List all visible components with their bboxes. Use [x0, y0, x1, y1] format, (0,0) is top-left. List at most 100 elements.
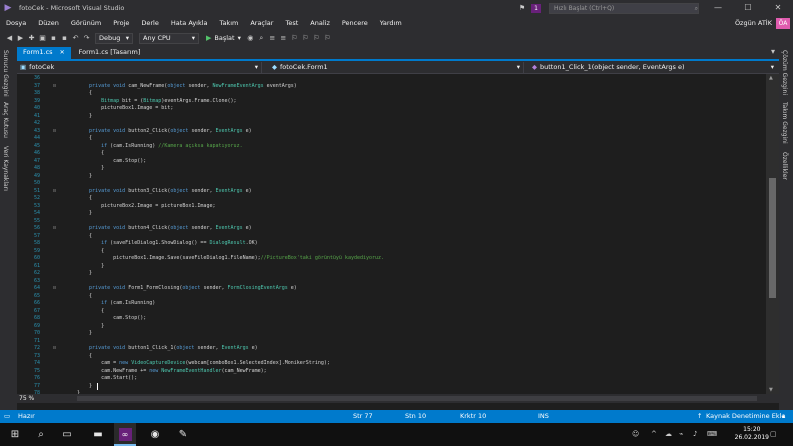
open-file-icon[interactable]: ▣ — [37, 34, 48, 42]
code-line[interactable]: 61 } — [17, 263, 766, 271]
menu-test[interactable]: Test — [279, 19, 304, 27]
code-line[interactable]: 50 — [17, 180, 766, 188]
code-line[interactable]: 67 { — [17, 308, 766, 316]
server-explorer-tab[interactable]: Sunucu Gezgini — [2, 50, 9, 97]
bookmark-icon[interactable]: ⚐ — [289, 34, 300, 42]
tab-overflow-icon[interactable]: ▾ — [771, 47, 775, 56]
code-line[interactable]: 40 pictureBox1.Image = bit; — [17, 105, 766, 113]
menu-pencere[interactable]: Pencere — [336, 19, 374, 27]
code-line[interactable]: 53 pictureBox2.Image = pictureBox1.Image… — [17, 203, 766, 211]
start-button[interactable]: ▶ Başlat ▾ — [206, 34, 241, 42]
fold-toggle-icon[interactable]: ⊟ — [53, 285, 56, 293]
code-line[interactable]: 52 { — [17, 195, 766, 203]
bookmark-next-icon[interactable]: ⚐ — [311, 34, 322, 42]
scroll-up-icon[interactable]: ▲ — [769, 75, 773, 81]
clock[interactable]: 15:20 26.02.2019 — [735, 426, 769, 442]
save-icon[interactable]: ▪ — [48, 34, 59, 42]
people-icon[interactable]: ☺ — [632, 430, 639, 438]
code-line[interactable]: 47 cam.Stop(); — [17, 158, 766, 166]
code-line[interactable]: 37 ⊟ private void cam_NewFrame(object sen… — [17, 83, 766, 91]
class-dropdown[interactable]: ◆ fotoCek.Form1 ▾ — [269, 62, 524, 73]
code-line[interactable]: 60 pictureBox1.Image.Save(saveFileDialog… — [17, 255, 766, 263]
code-line[interactable]: 70 } — [17, 330, 766, 338]
volume-icon[interactable]: ♪ — [693, 430, 697, 438]
avatar[interactable]: ÖA — [776, 17, 790, 29]
code-line[interactable]: 77 } — [17, 383, 766, 391]
minimize-button[interactable]: — — [703, 0, 733, 16]
fold-toggle-icon[interactable]: ⊟ — [53, 188, 56, 196]
task-view-icon[interactable]: ▭ — [56, 423, 78, 446]
keyboard-icon[interactable]: ⌨ — [707, 430, 717, 438]
code-line[interactable]: 45 if (cam.IsRunning) //Kamera açıksa ka… — [17, 143, 766, 151]
comment-icon[interactable]: ≡ — [267, 34, 278, 42]
network-icon[interactable]: ⌁ — [679, 430, 683, 438]
code-line[interactable]: 36 — [17, 75, 766, 83]
fold-toggle-icon[interactable]: ⊟ — [53, 83, 56, 91]
menu-dosya[interactable]: Dosya — [0, 19, 32, 27]
close-icon[interactable]: ✕ — [60, 49, 65, 56]
visual-studio-taskbar-icon[interactable]: ∞ — [114, 423, 136, 446]
code-line[interactable]: 46 { — [17, 150, 766, 158]
properties-tab[interactable]: Özellikler — [781, 152, 788, 180]
save-all-icon[interactable]: ▪ — [59, 34, 70, 42]
char-indicator[interactable]: Krktr 10 — [460, 410, 486, 423]
code-line[interactable]: 57 { — [17, 233, 766, 241]
tab-form1-design[interactable]: Form1.cs [Tasarım] — [73, 47, 147, 59]
code-line[interactable]: 62 } — [17, 270, 766, 278]
code-line[interactable]: 43 ⊟ private void button2_Click(object se… — [17, 128, 766, 136]
forward-icon[interactable]: ▶ — [15, 34, 26, 42]
notifications-icon[interactable]: ▢ — [770, 430, 777, 438]
redo-icon[interactable]: ↷ — [81, 34, 92, 42]
source-control-button[interactable]: Kaynak Denetimine Ekle — [706, 410, 785, 423]
code-line[interactable]: 63 — [17, 278, 766, 286]
menu-hata-ayikla[interactable]: Hata Ayıkla — [165, 19, 214, 27]
browser-link-icon[interactable]: ◉ — [245, 34, 256, 42]
scroll-down-icon[interactable]: ▼ — [769, 387, 773, 393]
platform-select[interactable]: Any CPU ▾ — [139, 32, 199, 44]
code-line[interactable]: 58 if (saveFileDialog1.ShowDialog() == D… — [17, 240, 766, 248]
fold-toggle-icon[interactable]: ⊟ — [53, 225, 56, 233]
member-dropdown[interactable]: ◆ button1_Click_1(object sender, EventArg… — [529, 62, 777, 73]
windows-start-icon[interactable]: ⊞ — [4, 423, 26, 446]
code-line[interactable]: 44 { — [17, 135, 766, 143]
close-button[interactable]: ✕ — [763, 0, 793, 16]
tab-form1-cs[interactable]: Form1.cs ✕ — [17, 47, 71, 59]
code-line[interactable]: 42 — [17, 120, 766, 128]
code-line[interactable]: 64 ⊟ private void Form1_FormClosing(objec… — [17, 285, 766, 293]
code-line[interactable]: 72 ⊟ private void button1_Click_1(object … — [17, 345, 766, 353]
menu-araclar[interactable]: Araçlar — [244, 19, 279, 27]
code-line[interactable]: 71 — [17, 338, 766, 346]
chrome-icon[interactable]: ◉ — [144, 423, 166, 446]
scroll-thumb[interactable] — [769, 178, 776, 298]
code-line[interactable]: 76 cam.Start(); — [17, 375, 766, 383]
user-name[interactable]: Özgün ATİK — [735, 19, 772, 27]
uncomment-icon[interactable]: ≡ — [278, 34, 289, 42]
menu-derle[interactable]: Derle — [135, 19, 164, 27]
zoom-level[interactable]: 75 % — [19, 394, 34, 403]
undo-icon[interactable]: ↶ — [70, 34, 81, 42]
new-project-icon[interactable]: ✚ — [26, 34, 37, 42]
menu-gorunum[interactable]: Görünüm — [65, 19, 107, 27]
menu-duzen[interactable]: Düzen — [32, 19, 65, 27]
chevron-up-icon[interactable]: ▴ — [782, 410, 785, 423]
code-line[interactable]: 56 ⊟ private void button4_Click(object se… — [17, 225, 766, 233]
code-line[interactable]: 49 } — [17, 173, 766, 181]
code-line[interactable]: 73 { — [17, 353, 766, 361]
code-line[interactable]: 75 cam.NewFrame += new NewFrameEventHand… — [17, 368, 766, 376]
configuration-select[interactable]: Debug ▾ — [95, 32, 133, 44]
team-explorer-tab[interactable]: Takım Gezgini — [781, 102, 788, 144]
bookmark-prev-icon[interactable]: ⚐ — [300, 34, 311, 42]
code-line[interactable]: 65 { — [17, 293, 766, 301]
column-indicator[interactable]: Stn 10 — [405, 410, 426, 423]
maximize-button[interactable]: ☐ — [733, 0, 763, 16]
filter-icon[interactable]: ⚑ — [519, 4, 525, 12]
code-line[interactable]: 54 } — [17, 210, 766, 218]
horizontal-scrollbar[interactable] — [77, 396, 757, 401]
solution-explorer-tab[interactable]: Çözüm Gezgini — [781, 50, 788, 95]
find-icon[interactable]: ⌕ — [256, 34, 267, 43]
vertical-scrollbar[interactable]: ▲ ▼ — [766, 74, 779, 394]
paint-icon[interactable]: ✎ — [172, 423, 194, 446]
onedrive-icon[interactable]: ☁ — [665, 430, 672, 438]
code-line[interactable]: 48 } — [17, 165, 766, 173]
quick-launch-input[interactable]: Hızlı Başlat (Ctrl+Q) ⌕ — [549, 2, 699, 14]
